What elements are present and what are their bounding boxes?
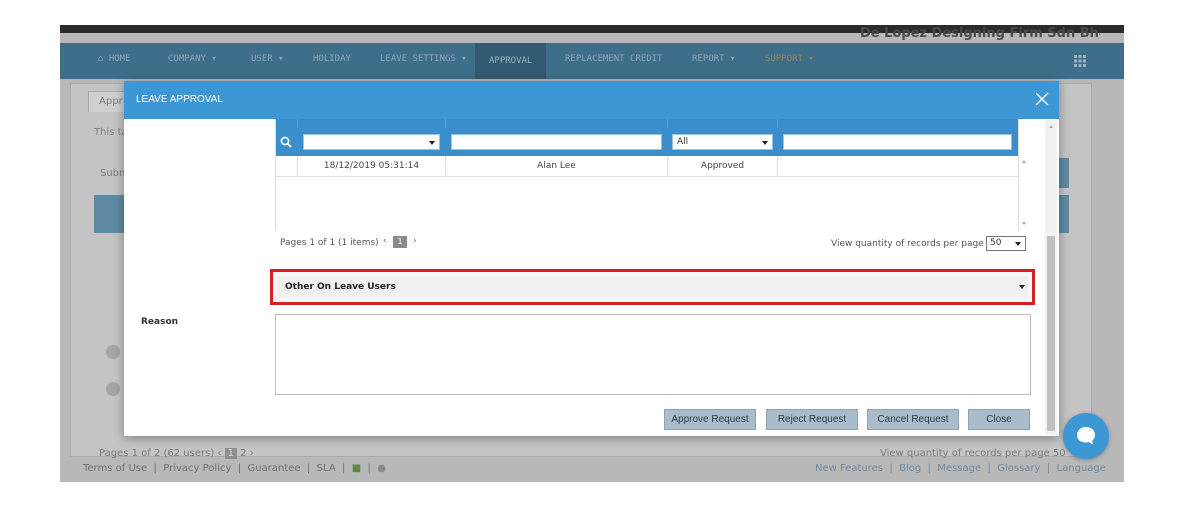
scroll-down-icon[interactable] <box>1022 222 1026 225</box>
pager-prev-button[interactable]: ‹ <box>383 236 387 246</box>
footer-guarantee-link[interactable]: Guarantee <box>247 463 300 474</box>
user-filter-input[interactable] <box>451 134 662 150</box>
status-filter-select[interactable]: All <box>672 134 773 150</box>
reject-request-button[interactable]: Reject Request <box>766 409 858 430</box>
nav-support[interactable]: SUPPORT ▾ <box>765 54 814 64</box>
grid-header <box>276 119 1018 128</box>
close-button[interactable]: Close <box>968 409 1030 430</box>
bg-page-2[interactable]: 2 <box>240 448 246 459</box>
chevron-down-icon <box>429 141 435 145</box>
footer-links-left: Terms of Use | Privacy Policy | Guarante… <box>83 463 386 474</box>
reason-textarea[interactable] <box>275 314 1031 395</box>
grid-scrollbar[interactable] <box>1018 156 1030 231</box>
bg-selected-row <box>94 195 126 233</box>
nav-approval[interactable]: APPROVAL <box>475 43 547 79</box>
footer-new-features-link[interactable]: New Features <box>815 463 883 474</box>
date-cell: 18/12/2019 05:31:14 <box>298 156 446 176</box>
company-name: De Lopez Designing Firm Sdn Bhd <box>860 26 1100 40</box>
other-on-leave-users-panel[interactable]: Other On Leave Users <box>270 269 1035 305</box>
row-indicator-cell <box>276 156 298 176</box>
search-icon[interactable] <box>279 135 293 149</box>
user-cell: Alan Lee <box>446 156 668 176</box>
footer-sla-link[interactable]: SLA <box>317 463 336 474</box>
home-icon: ⌂ <box>98 54 109 64</box>
records-per-page-label: View quantity of records per page <box>831 239 984 249</box>
cancel-request-button[interactable]: Cancel Request <box>867 409 959 430</box>
approval-history-grid: All 18/12/2019 05:31:14 Alan Lee Approve… <box>275 119 1026 231</box>
scroll-up-icon[interactable] <box>1022 160 1026 163</box>
remarks-filter-input[interactable] <box>783 134 1012 150</box>
apple-icon[interactable]: ● <box>377 463 386 474</box>
chat-icon <box>1077 427 1095 445</box>
close-icon[interactable] <box>1032 89 1052 109</box>
grid-filter-row: All <box>276 128 1018 156</box>
nav-report[interactable]: REPORT ▾ <box>692 54 735 64</box>
caret-down-icon[interactable] <box>1019 285 1025 289</box>
nav-replacement-credit[interactable]: REPLACEMENT CREDIT <box>565 54 663 64</box>
bg-radio-icon <box>106 345 120 359</box>
footer-links-right: New Features | Blog | Message | Glossary… <box>815 463 1106 474</box>
apps-grid-icon[interactable] <box>1074 55 1086 67</box>
modal-title: LEAVE APPROVAL <box>136 94 223 105</box>
scroll-up-icon[interactable] <box>1049 125 1053 128</box>
other-on-leave-users-label: Other On Leave Users <box>285 282 396 292</box>
pager-next-button[interactable]: › <box>413 236 417 246</box>
pager-info: Pages 1 of 1 (1 items) <box>280 238 379 248</box>
remarks-cell <box>778 156 1018 176</box>
footer-glossary-link[interactable]: Glossary <box>997 463 1040 474</box>
bg-pager: Pages 1 of 2 (62 users) ‹ 1 2 › <box>99 448 254 459</box>
chevron-down-icon <box>762 141 768 145</box>
chevron-down-icon <box>1015 242 1021 246</box>
footer-privacy-link[interactable]: Privacy Policy <box>163 463 231 474</box>
table-row[interactable]: 18/12/2019 05:31:14 Alan Lee Approved <box>276 156 1018 177</box>
date-filter-select[interactable] <box>303 134 440 150</box>
bg-radio-icon <box>106 382 120 396</box>
android-icon[interactable]: ■ <box>352 463 361 474</box>
footer-language-link[interactable]: Language <box>1057 463 1106 474</box>
bg-records-per-page: View quantity of records per page 50 <box>880 448 1066 459</box>
chat-button[interactable] <box>1063 413 1109 459</box>
records-per-page-select[interactable]: 50 <box>986 236 1026 251</box>
main-nav: ⌂ HOME COMPANY ▾ USER ▾ HOLIDAY LEAVE SE… <box>60 43 1124 79</box>
modal-header: LEAVE APPROVAL <box>124 81 1059 119</box>
modal-scrollbar-thumb[interactable] <box>1047 236 1055 431</box>
bg-description: This ta <box>94 127 128 138</box>
nav-holiday[interactable]: HOLIDAY <box>313 54 351 64</box>
leave-approval-modal: LEAVE APPROVAL All 18/12/2019 05:31:14 A… <box>124 81 1059 436</box>
nav-company[interactable]: COMPANY ▾ <box>168 54 217 64</box>
footer-blog-link[interactable]: Blog <box>899 463 921 474</box>
nav-leave-settings[interactable]: LEAVE SETTINGS ▾ <box>380 54 467 64</box>
footer-message-link[interactable]: Message <box>937 463 981 474</box>
footer-terms-link[interactable]: Terms of Use <box>83 463 147 474</box>
status-cell: Approved <box>668 156 778 176</box>
bg-page-1[interactable]: 1 <box>224 448 237 459</box>
reason-label: Reason <box>141 317 179 327</box>
pager-page-1[interactable]: 1 <box>393 236 407 248</box>
nav-home[interactable]: ⌂ HOME <box>98 54 131 64</box>
approve-request-button[interactable]: Approve Request <box>664 409 756 430</box>
nav-user[interactable]: USER ▾ <box>251 54 284 64</box>
